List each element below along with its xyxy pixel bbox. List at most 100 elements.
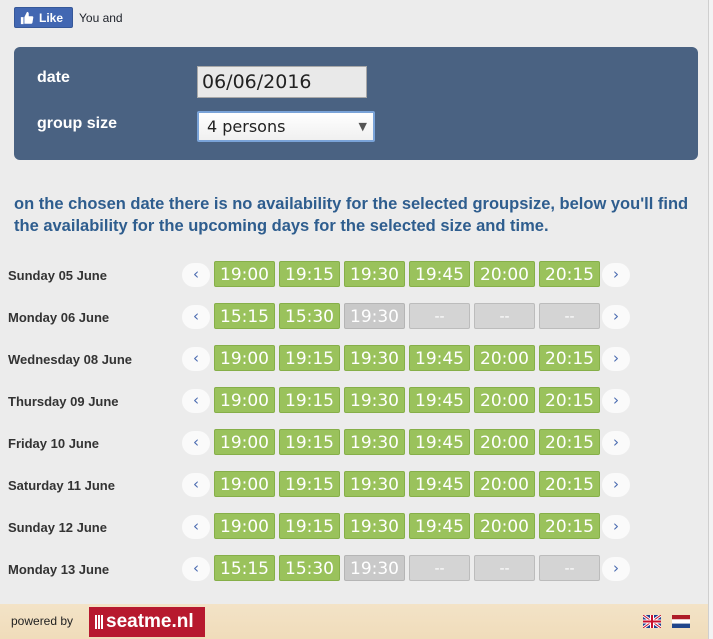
time-slot-button[interactable]: 19:00 [214,471,275,497]
time-slots: 19:00 19:15 19:30 19:45 20:00 20:15 [214,345,600,371]
thumbs-up-icon [20,11,34,24]
like-label: Like [39,10,64,25]
uk-flag-icon[interactable] [643,615,661,628]
time-slot-unavailable: -- [409,555,470,581]
chevron-right-icon[interactable]: › [602,347,630,371]
time-slot-button[interactable]: 19:30 [344,471,405,497]
date-input[interactable]: 06/06/2016 [197,66,367,98]
day-label: Friday 10 June [8,436,100,451]
time-slot-button[interactable]: 20:00 [474,261,535,287]
time-slot-button[interactable]: 20:00 [474,513,535,539]
time-slot-unavailable: -- [474,303,535,329]
time-slot-button[interactable]: 19:45 [409,471,470,497]
time-slot-button[interactable]: 19:15 [279,387,340,413]
time-slots: 19:00 19:15 19:30 19:45 20:00 20:15 [214,387,600,413]
seatme-logo-mark-icon [95,615,103,629]
time-slot-button[interactable]: 19:00 [214,345,275,371]
time-slot-button[interactable]: 19:15 [279,513,340,539]
time-slot-button[interactable]: 19:15 [279,429,340,455]
time-slots: 19:00 19:15 19:30 19:45 20:00 20:15 [214,261,600,287]
chevron-left-icon[interactable]: ‹ [182,557,210,581]
chevron-left-icon[interactable]: ‹ [182,389,210,413]
day-label: Sunday 05 June [8,268,107,283]
day-label: Saturday 11 June [8,478,115,493]
time-slot-button[interactable]: 19:15 [279,471,340,497]
day-row: Sunday 05 June ‹ 19:00 19:15 19:30 19:45 20:00… [0,259,708,301]
time-slot-button[interactable]: 19:30 [344,513,405,539]
time-slot-button[interactable]: 19:45 [409,345,470,371]
day-row: Monday 13 June ‹ 15:15 15:30 19:30 -- -- -- › [0,553,708,595]
chevron-left-icon[interactable]: ‹ [182,431,210,455]
time-slots: 19:00 19:15 19:30 19:45 20:00 20:15 [214,513,600,539]
day-label: Thursday 09 June [8,394,119,409]
time-slot-button[interactable]: 19:15 [279,261,340,287]
time-slot-button[interactable]: 19:00 [214,261,275,287]
chevron-left-icon[interactable]: ‹ [182,305,210,329]
day-label: Sunday 12 June [8,520,107,535]
time-slot-button[interactable]: 15:15 [214,303,275,329]
time-slot-button[interactable]: 19:30 [344,345,405,371]
chevron-right-icon[interactable]: › [602,389,630,413]
time-slot-unavailable: -- [409,303,470,329]
time-slot-button[interactable]: 15:30 [279,303,340,329]
chevron-left-icon[interactable]: ‹ [182,347,210,371]
time-slot-button[interactable]: 20:15 [539,471,600,497]
time-slot-button[interactable]: 19:45 [409,513,470,539]
footer: powered by seatme.nl [0,604,708,639]
chevron-right-icon[interactable]: › [602,473,630,497]
chevron-right-icon[interactable]: › [602,263,630,287]
time-slot-button[interactable]: 20:15 [539,387,600,413]
time-slot-button[interactable]: 20:15 [539,429,600,455]
day-row: Thursday 09 June ‹ 19:00 19:15 19:30 19:45 20:… [0,385,708,427]
time-slot-button[interactable]: 19:30 [344,429,405,455]
time-slot-button[interactable]: 19:15 [279,345,340,371]
time-slot-unavailable: 19:30 [344,303,405,329]
time-slot-button[interactable]: 19:30 [344,387,405,413]
chevron-right-icon[interactable]: › [602,431,630,455]
time-slot-button[interactable]: 20:15 [539,513,600,539]
time-slot-button[interactable]: 20:15 [539,345,600,371]
time-slot-button[interactable]: 20:00 [474,345,535,371]
time-slot-button[interactable]: 19:00 [214,429,275,455]
time-slot-unavailable: -- [539,303,600,329]
day-label: Wednesday 08 June [8,352,133,367]
day-row: Monday 06 June ‹ 15:15 15:30 19:30 -- -- -- › [0,301,708,343]
powered-by-text: powered by [11,614,74,628]
chevron-left-icon[interactable]: ‹ [182,263,210,287]
time-slot-button[interactable]: 20:00 [474,471,535,497]
time-slots: 15:15 15:30 19:30 -- -- -- [214,303,600,329]
time-slot-button[interactable]: 15:30 [279,555,340,581]
chevron-left-icon[interactable]: ‹ [182,473,210,497]
seatme-logo-text: seatme.nl [106,611,194,632]
time-slot-button[interactable]: 20:15 [539,261,600,287]
time-slots: 15:15 15:30 19:30 -- -- -- [214,555,600,581]
time-slot-button[interactable]: 19:00 [214,387,275,413]
chevron-right-icon[interactable]: › [602,305,630,329]
time-slot-button[interactable]: 20:00 [474,429,535,455]
time-slot-unavailable: -- [474,555,535,581]
availability-list: Sunday 05 June ‹ 19:00 19:15 19:30 19:45 20:00… [0,259,708,595]
facebook-like-button[interactable]: Like [14,7,73,28]
day-row: Wednesday 08 June ‹ 19:00 19:15 19:30 19:45 20… [0,343,708,385]
reservation-form-panel: date 06/06/2016 group size 4 persons ▼ [14,47,698,160]
time-slots: 19:00 19:15 19:30 19:45 20:00 20:15 [214,471,600,497]
day-label: Monday 13 June [8,562,110,577]
chevron-right-icon[interactable]: › [602,515,630,539]
time-slot-button[interactable]: 19:45 [409,387,470,413]
time-slot-button[interactable]: 19:30 [344,261,405,287]
day-label: Monday 06 June [8,310,110,325]
time-slot-unavailable: 19:30 [344,555,405,581]
time-slot-button[interactable]: 15:15 [214,555,275,581]
chevron-left-icon[interactable]: ‹ [182,515,210,539]
availability-message: on the chosen date there is no availabil… [14,195,689,235]
time-slot-button[interactable]: 19:45 [409,429,470,455]
nl-flag-icon[interactable] [672,615,690,628]
time-slot-button[interactable]: 19:45 [409,261,470,287]
seatme-logo[interactable]: seatme.nl [89,607,205,637]
time-slot-button[interactable]: 20:00 [474,387,535,413]
group-size-value: 4 persons [207,117,286,136]
facebook-like-bar: Like You and [14,7,123,28]
chevron-right-icon[interactable]: › [602,557,630,581]
time-slot-button[interactable]: 19:00 [214,513,275,539]
group-size-select[interactable]: 4 persons ▼ [197,111,375,142]
